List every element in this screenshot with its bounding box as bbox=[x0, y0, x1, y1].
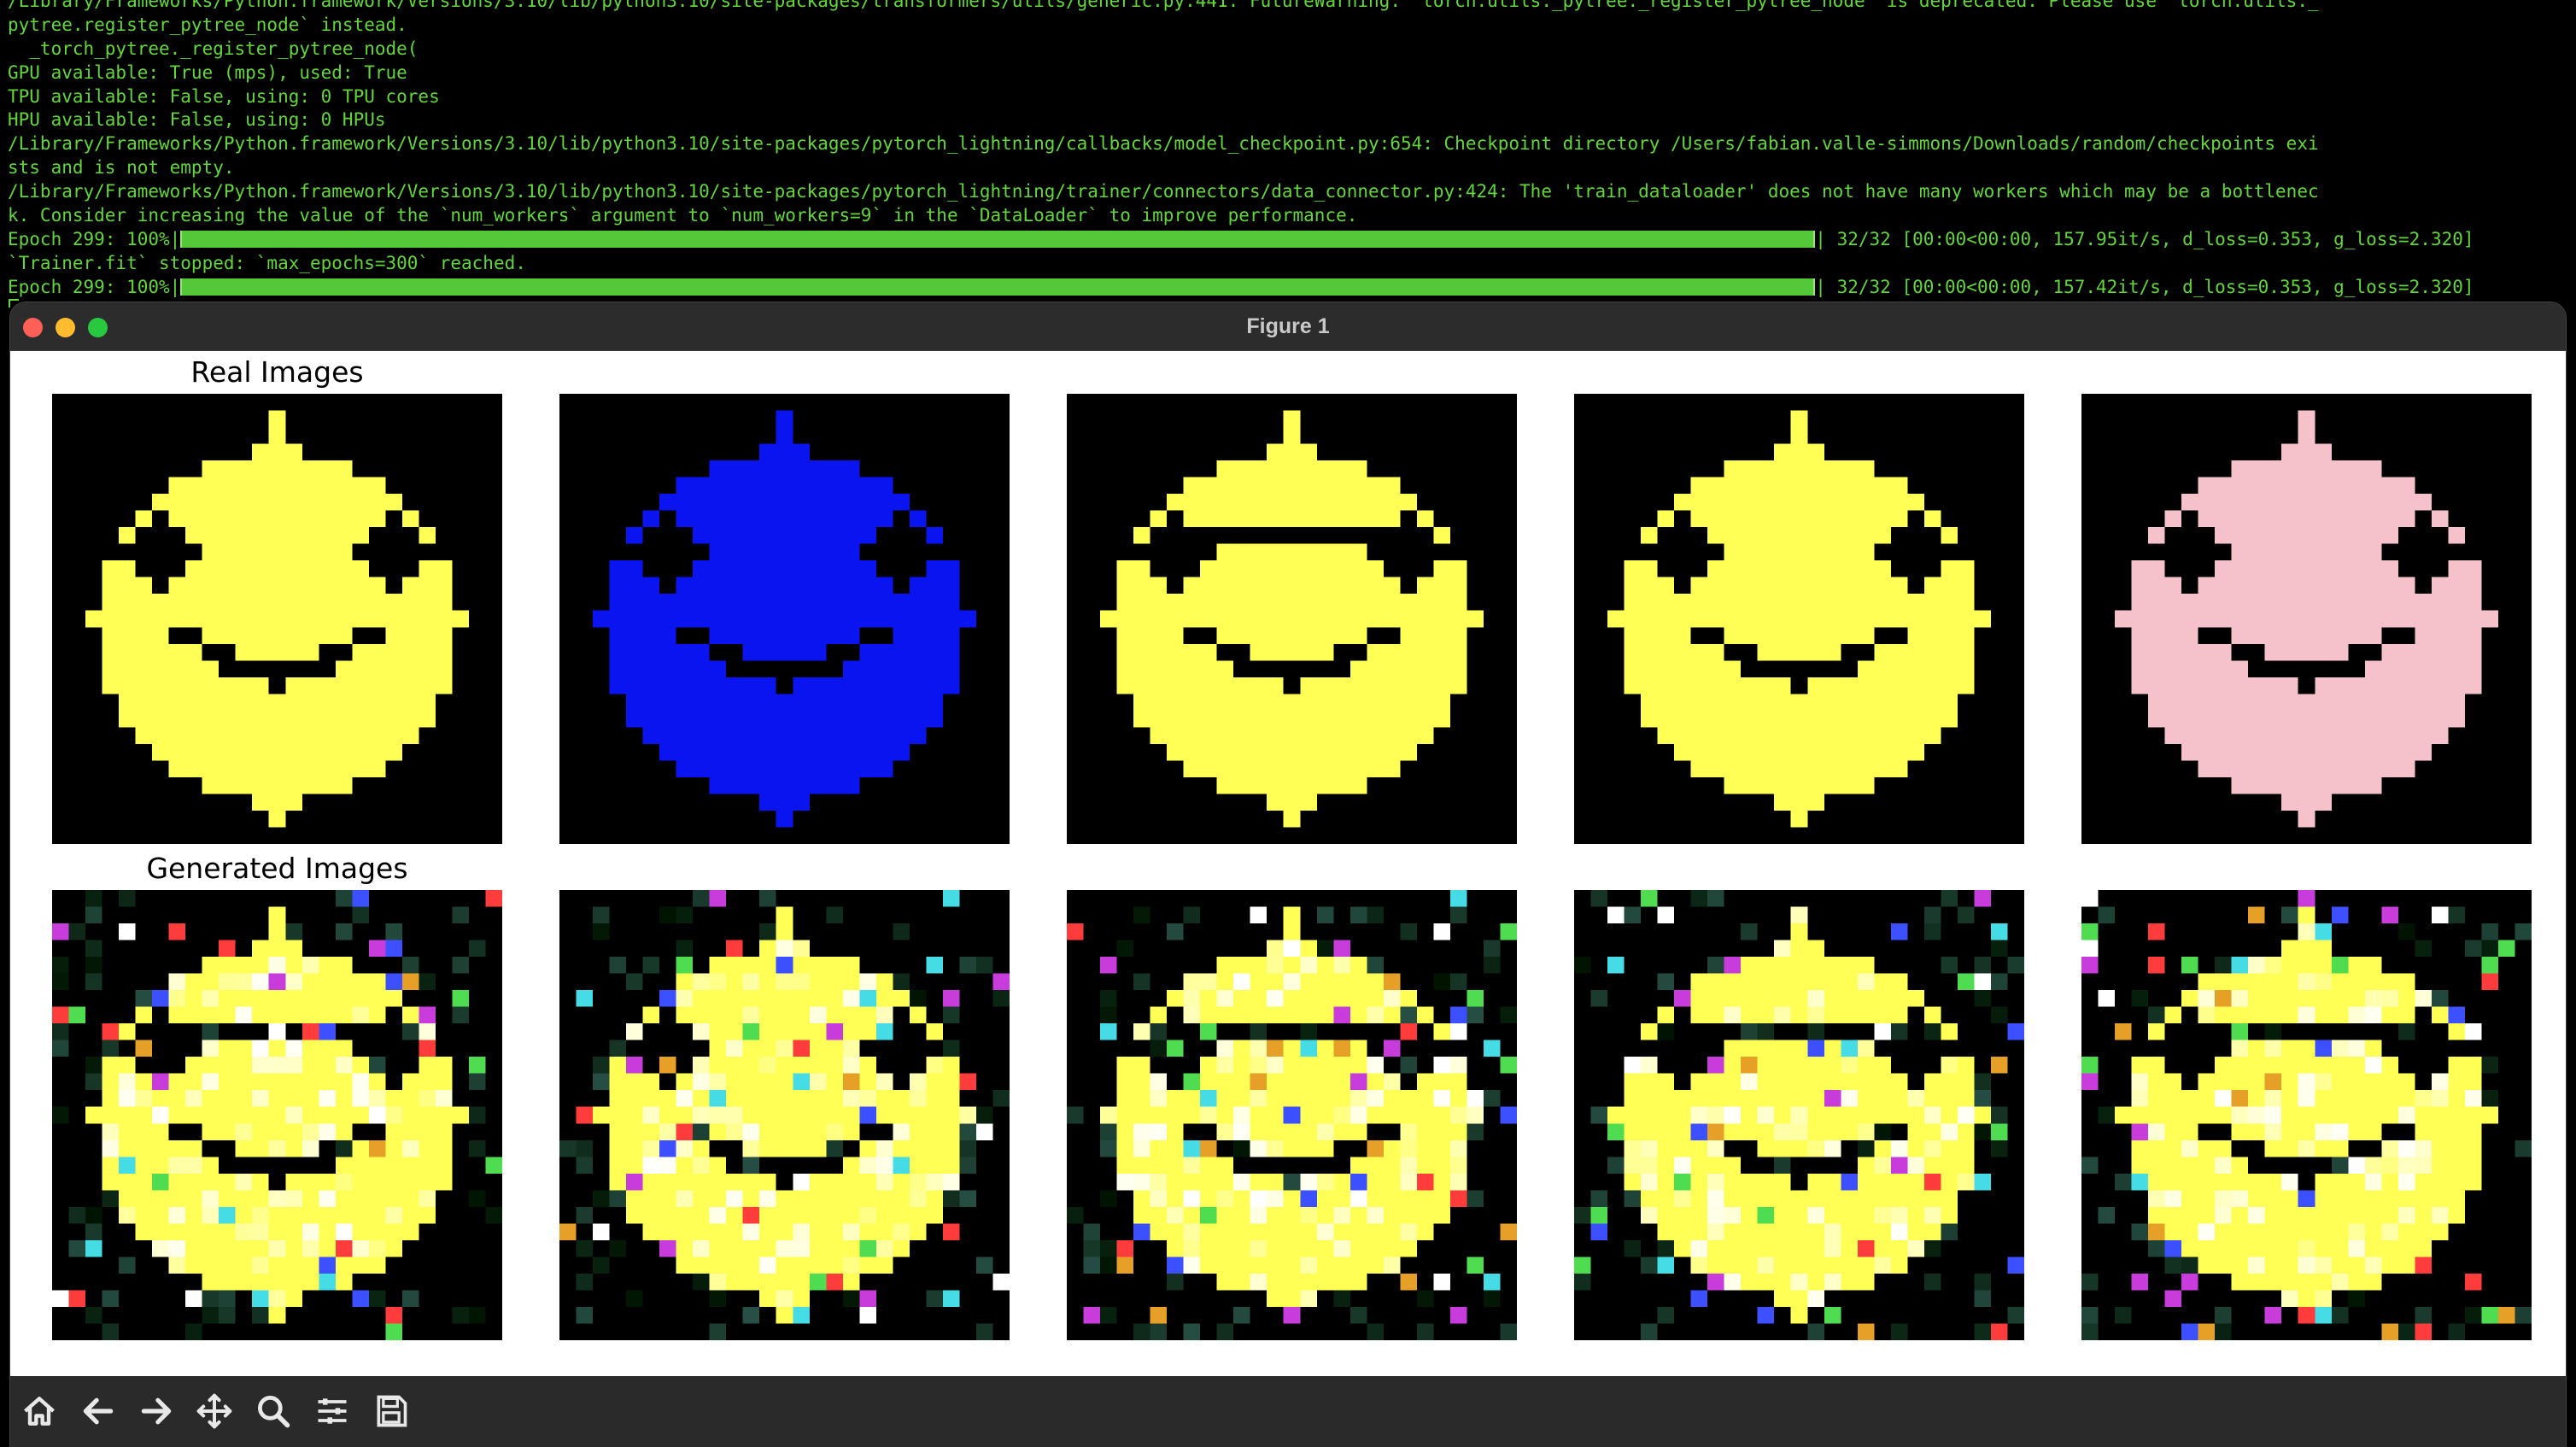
forward-button[interactable] bbox=[132, 1386, 181, 1436]
window-title: Figure 1 bbox=[1246, 314, 1330, 338]
generated-image bbox=[1067, 890, 1517, 1340]
generated-image bbox=[2081, 890, 2532, 1340]
real-image bbox=[1067, 394, 1517, 844]
real-image bbox=[1574, 394, 2024, 844]
stopped-line: `Trainer.fit` stopped: `max_epochs=300` … bbox=[8, 252, 526, 273]
terminal-line: k. Consider increasing the value of the … bbox=[8, 205, 1358, 226]
real-image bbox=[559, 394, 1010, 844]
progress-suffix: | 32/32 [00:00<00:00, 157.42it/s, d_loss… bbox=[1815, 276, 2474, 297]
real-image bbox=[2081, 394, 2532, 844]
terminal-line: HPU available: False, using: 0 HPUs bbox=[8, 109, 386, 131]
real-image-pixels bbox=[1574, 394, 2024, 844]
progress-prefix: Epoch 299: 100%| bbox=[8, 228, 181, 249]
generated-image bbox=[559, 890, 1010, 1340]
generated-image-pixels bbox=[559, 890, 1010, 1340]
terminal-line: /Library/Frameworks/Python.framework/Ver… bbox=[8, 133, 2319, 155]
progress-line: Epoch 299: 100%| | 32/32 [00:00<00:00, 15… bbox=[8, 276, 2576, 300]
configure-subplots-icon bbox=[318, 1398, 347, 1424]
terminal-line: sts and is not empty. bbox=[8, 157, 235, 179]
figure-canvas[interactable]: Real Images Generated Images bbox=[10, 351, 2566, 1376]
real-image-pixels bbox=[52, 394, 502, 844]
terminal-line: GPU available: True (mps), used: True bbox=[8, 62, 407, 83]
progress-suffix: | 32/32 [00:00<00:00, 157.95it/s, d_loss… bbox=[1815, 228, 2474, 249]
generated-image bbox=[52, 890, 502, 1340]
generated-image-pixels bbox=[2081, 890, 2532, 1340]
pan-button[interactable] bbox=[190, 1386, 239, 1436]
real-image-pixels bbox=[1067, 394, 1517, 844]
terminal-line: TPU available: False, using: 0 TPU cores bbox=[8, 85, 440, 107]
home-button[interactable] bbox=[15, 1386, 64, 1436]
zoom-button[interactable] bbox=[249, 1386, 298, 1436]
figure-window: Figure 1 Real Images Generated Images bbox=[10, 302, 2566, 1447]
progress-prefix: Epoch 299: 100%| bbox=[8, 276, 181, 297]
save-icon bbox=[377, 1395, 407, 1427]
home-icon bbox=[24, 1397, 55, 1426]
forward-arrow-icon bbox=[141, 1397, 172, 1425]
generated-image bbox=[1574, 890, 2024, 1340]
window-titlebar[interactable]: Figure 1 bbox=[10, 302, 2566, 351]
terminal-line: _torch_pytree._register_pytree_node( bbox=[8, 38, 419, 59]
real-image-pixels bbox=[559, 394, 1010, 844]
back-arrow-icon bbox=[83, 1397, 114, 1425]
terminal-output: /Library/Frameworks/Python.framework/Ver… bbox=[0, 0, 2576, 308]
matplotlib-toolbar bbox=[10, 1376, 2566, 1447]
terminal-line: /Library/Frameworks/Python.framework/Ver… bbox=[8, 0, 2319, 11]
progress-line: Epoch 299: 100%| | 32/32 [00:00<00:00, 15… bbox=[8, 228, 2576, 252]
real-image-pixels bbox=[2081, 394, 2532, 844]
progress-bar bbox=[180, 230, 1816, 248]
generated-image-pixels bbox=[1574, 890, 2024, 1340]
terminal-line: pytree.register_pytree_node` instead. bbox=[8, 14, 407, 35]
generated-images-title: Generated Images bbox=[146, 852, 408, 885]
back-button[interactable] bbox=[73, 1386, 123, 1436]
terminal-line: /Library/Frameworks/Python.framework/Ver… bbox=[8, 181, 2319, 202]
save-button[interactable] bbox=[366, 1386, 416, 1436]
generated-image-pixels bbox=[1067, 890, 1517, 1340]
pan-icon bbox=[196, 1393, 232, 1429]
generated-image-pixels bbox=[52, 890, 502, 1340]
progress-bar bbox=[180, 278, 1816, 296]
configure-subplots-button[interactable] bbox=[307, 1386, 357, 1436]
real-image bbox=[52, 394, 502, 844]
zoom-icon bbox=[258, 1396, 290, 1428]
real-images-title: Real Images bbox=[190, 355, 364, 389]
